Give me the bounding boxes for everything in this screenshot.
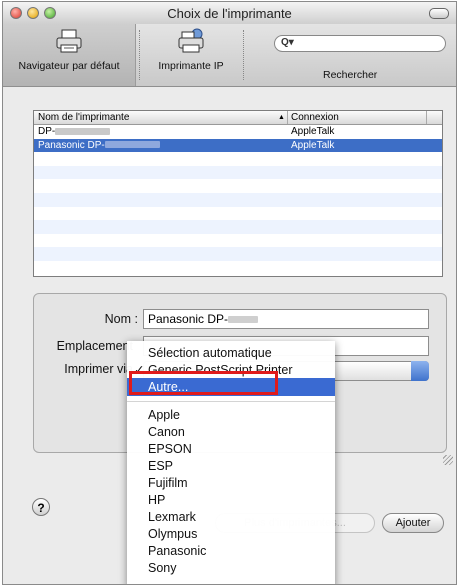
menu-item-vendor[interactable]: Canon — [127, 424, 335, 440]
toolbar-toggle-button[interactable] — [429, 8, 449, 19]
empty-row — [34, 179, 442, 193]
search-field[interactable]: Q▾ — [274, 35, 446, 52]
empty-row — [34, 220, 442, 234]
search-label: Rechercher — [323, 69, 378, 81]
printer-name-value: Panasonic DP- — [148, 312, 229, 326]
printer-chooser-window: Choix de l'imprimante Navigateur par déf… — [2, 1, 457, 585]
add-button[interactable]: Ajouter — [382, 513, 444, 533]
menu-item-vendor[interactable]: Fujifilm — [127, 475, 335, 491]
menu-item-vendor[interactable]: Lexmark — [127, 509, 335, 525]
highlight-annotation-box — [129, 371, 278, 395]
redacted-text — [104, 141, 160, 149]
help-button[interactable]: ? — [32, 498, 50, 516]
toolbar: Navigateur par défaut Imprimante IP Q▾ R… — [3, 24, 456, 87]
printer-connection: AppleTalk — [291, 139, 335, 151]
empty-row — [34, 261, 442, 275]
toolbar-separator — [243, 30, 244, 80]
redacted-text — [228, 316, 259, 324]
column-divider — [426, 111, 427, 124]
printer-connection: AppleTalk — [291, 126, 335, 137]
menu-item-vendor[interactable]: ESP — [127, 458, 335, 474]
sort-arrow-icon: ▲ — [278, 114, 285, 121]
menu-item-auto-select[interactable]: Sélection automatique — [127, 345, 335, 361]
printer-name: DP- — [38, 125, 111, 139]
menu-item-vendor[interactable]: Sony — [127, 560, 335, 576]
table-row-selected[interactable]: Panasonic DP- AppleTalk — [34, 138, 442, 153]
location-label: Emplacement — [56, 339, 133, 353]
redacted-text — [55, 127, 111, 135]
print-via-label: Imprimer via — [64, 362, 133, 376]
empty-row — [34, 165, 442, 180]
menu-item-vendor[interactable]: Panasonic — [127, 543, 335, 559]
toolbar-separator — [139, 30, 140, 80]
empty-row — [34, 192, 442, 207]
printer-name: Panasonic DP- — [38, 139, 160, 153]
name-label: Nom : — [104, 312, 138, 326]
menu-separator — [127, 401, 335, 402]
name-column-header[interactable]: Nom de l'imprimante — [38, 111, 129, 124]
popup-arrows-icon — [411, 361, 429, 381]
window-title: Choix de l'imprimante — [167, 6, 292, 21]
printer-list[interactable]: Nom de l'imprimante ▲ Connexion DP- Appl… — [33, 110, 443, 277]
default-browser-label: Navigateur par défaut — [18, 60, 120, 72]
connection-column-header[interactable]: Connexion — [291, 111, 339, 124]
empty-row — [34, 207, 442, 221]
menu-item-vendor[interactable]: EPSON — [127, 441, 335, 457]
search-icon[interactable]: Q▾ — [281, 37, 294, 48]
default-browser-button[interactable]: Navigateur par défaut — [3, 24, 136, 86]
menu-item-vendor[interactable]: Olympus — [127, 526, 335, 542]
resize-grip-icon[interactable] — [443, 455, 453, 465]
printer-list-header: Nom de l'imprimante ▲ Connexion — [34, 111, 442, 125]
empty-row — [34, 152, 442, 166]
ip-printer-label: Imprimante IP — [158, 60, 224, 72]
network-printer-icon — [178, 28, 204, 53]
menu-item-vendor[interactable]: Apple — [127, 407, 335, 423]
column-divider — [287, 111, 288, 124]
ip-printer-button[interactable]: Imprimante IP — [141, 24, 241, 86]
empty-row — [34, 234, 442, 248]
printer-name-field[interactable]: Panasonic DP- — [143, 309, 429, 329]
menu-item-vendor[interactable]: HP — [127, 492, 335, 508]
table-row[interactable]: DP- AppleTalk — [34, 125, 442, 139]
empty-row — [34, 247, 442, 261]
printer-icon — [56, 29, 82, 53]
title-bar: Choix de l'imprimante — [3, 2, 456, 25]
